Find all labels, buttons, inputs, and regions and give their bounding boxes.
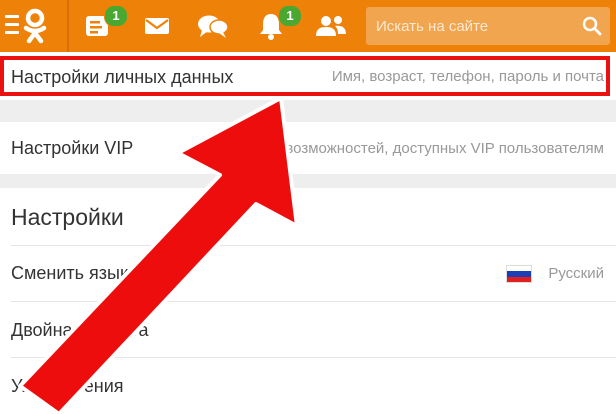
change-language-label: Сменить язык <box>11 263 128 283</box>
search-icon[interactable] <box>582 16 602 36</box>
notifications-label: Уведомления <box>11 376 124 396</box>
divider <box>67 0 69 52</box>
menu-icon[interactable] <box>5 15 19 35</box>
settings-section-title: Настройки <box>11 204 124 230</box>
notes-badge: 1 <box>104 5 128 27</box>
highlight-frame <box>0 56 610 96</box>
vip-settings-description: Настройка возможностей, доступных VIP по… <box>207 140 604 157</box>
notifications-row[interactable]: Уведомления <box>0 358 616 414</box>
vip-settings-row[interactable]: Настройки VIP Настройка возможностей, до… <box>0 122 616 174</box>
search-input[interactable] <box>366 7 586 45</box>
search-box[interactable] <box>366 7 610 45</box>
vip-settings-title: Настройки VIP <box>11 138 134 158</box>
russian-flag-icon <box>506 265 532 283</box>
friends-nav-button[interactable] <box>314 10 348 42</box>
current-language-value: Русский <box>548 265 604 282</box>
friends-icon <box>316 16 346 36</box>
messages-nav-button[interactable] <box>142 10 172 42</box>
chat-bubbles-icon <box>198 15 229 38</box>
two-factor-label: Двойная защита <box>11 320 149 340</box>
section-gap <box>0 174 616 188</box>
notifications-badge: 1 <box>278 5 302 27</box>
discussions-nav-button[interactable] <box>196 10 230 42</box>
mail-icon <box>145 18 169 34</box>
two-factor-row[interactable]: Двойная защита <box>0 302 616 356</box>
top-navigation-bar: 1 1 <box>0 0 616 52</box>
ok-logo-icon[interactable] <box>20 8 50 44</box>
section-gap <box>0 100 616 122</box>
